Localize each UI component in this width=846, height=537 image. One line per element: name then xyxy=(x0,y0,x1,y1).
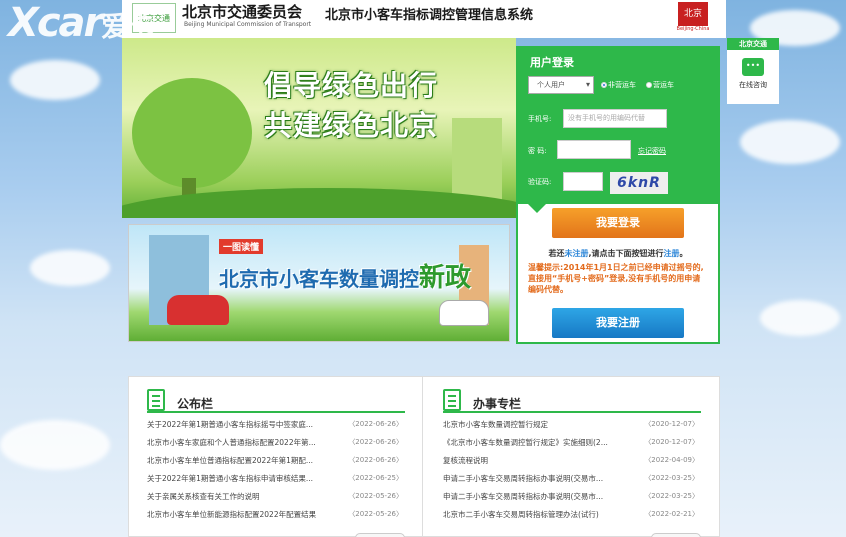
radio-icon xyxy=(646,82,652,88)
banner-tag: 一图读懂 xyxy=(219,239,264,254)
list-item-date: 〈2020-12-07〉 xyxy=(644,438,699,446)
notice-board-icon xyxy=(147,389,165,411)
list-item[interactable]: 北京市小客车数量调控暂行规定 〈2020-12-07〉 xyxy=(443,419,705,437)
password-label: 密 码: xyxy=(528,147,547,155)
list-item-date: 〈2022-06-25〉 xyxy=(348,474,403,482)
white-car-illustration xyxy=(439,300,489,326)
list-item-date: 〈2022-04-09〉 xyxy=(644,456,699,464)
beijing-logo: 北京 Beijing·China xyxy=(675,0,711,36)
password-input[interactable] xyxy=(557,140,631,159)
list-item[interactable]: 关于亲属关系核查有关工作的说明 〈2022-05-26〉 xyxy=(147,491,409,509)
list-item[interactable]: 关于2022年第1期普通小客车指标申请审核结果... 〈2022-06-25〉 xyxy=(147,473,409,491)
service-label: 在线咨询 xyxy=(739,81,767,89)
list-item[interactable]: 申请二手小客车交易周转指标办事说明(交易市... 〈2022-03-25〉 xyxy=(443,491,705,509)
radio-icon xyxy=(601,82,607,88)
phone-input[interactable]: 没有手机号的用编码代替 xyxy=(563,109,667,128)
list-item-title[interactable]: 申请二手小客车交易周转指标办事说明(交易市... xyxy=(443,473,639,484)
bulletin-board: 公布栏 关于2022年第1期普通小客车指标摇号中签家庭... 〈2022-06-2… xyxy=(128,376,720,537)
list-item-title[interactable]: 申请二手小客车交易周转指标办事说明(交易市... xyxy=(443,491,639,502)
banner-slogan: 倡导绿色出行 共建绿色北京 xyxy=(264,69,439,142)
affairs-more-button[interactable] xyxy=(651,533,701,537)
org-name: 北京市交通委员会 xyxy=(182,3,303,21)
list-item-title[interactable]: 北京市小客车家庭和个人普通指标配置2022年第... xyxy=(147,437,343,448)
list-item-title[interactable]: 关于2022年第1期普通小客车指标申请审核结果... xyxy=(147,473,343,484)
list-item[interactable]: 北京市小客车单位普通指标配置2022年第1期配... 〈2022-06-26〉 xyxy=(147,455,409,473)
affairs-column: 办事专栏 北京市小客车数量调控暂行规定 〈2020-12-07〉 《北京市小客车数量… xyxy=(425,377,719,537)
list-item[interactable]: 北京市二手小客车交易周转指标管理办法(试行) 〈2022-02-21〉 xyxy=(443,509,705,527)
panel-notch xyxy=(528,204,546,213)
list-item-date: 〈2022-03-25〉 xyxy=(644,492,699,500)
notice-list: 关于2022年第1期普通小客车指标摇号中签家庭... 〈2022-06-26〉 北京… xyxy=(147,419,409,527)
radio-non-commercial[interactable]: 非营运车 xyxy=(601,80,636,90)
notice-title: 公布栏 xyxy=(177,397,214,411)
list-item-title[interactable]: 北京市二手小客车交易周转指标管理办法(试行) xyxy=(443,509,639,520)
site-header: 北京交通 北京市交通委员会 Beijing Municipal Commissi… xyxy=(122,0,726,38)
affairs-header: 办事专栏 xyxy=(443,389,701,413)
notice-column: 公布栏 关于2022年第1期普通小客车指标摇号中签家庭... 〈2022-06-2… xyxy=(129,377,423,537)
policy-banner[interactable]: 一图读懂 北京市小客车数量调控新政 xyxy=(128,224,510,342)
red-car-illustration xyxy=(167,295,229,325)
list-item-date: 〈2022-06-26〉 xyxy=(348,420,403,428)
list-item-title[interactable]: 关于亲属关系核查有关工作的说明 xyxy=(147,491,343,502)
list-item-date: 〈2022-03-25〉 xyxy=(644,474,699,482)
tree-illustration xyxy=(132,78,252,188)
list-item-date: 〈2022-06-26〉 xyxy=(348,438,403,446)
list-item-date: 〈2022-05-26〉 xyxy=(348,492,403,500)
list-item-title[interactable]: 北京市小客车单位普通指标配置2022年第1期配... xyxy=(147,455,343,466)
captcha-image[interactable]: 6knR xyxy=(610,172,668,194)
list-item[interactable]: 申请二手小客车交易周转指标办事说明(交易市... 〈2022-03-25〉 xyxy=(443,473,705,491)
list-item[interactable]: 北京市小客车单位新能源指标配置2022年配置结果 〈2022-05-26〉 xyxy=(147,509,409,527)
list-item-title[interactable]: 复核流程说明 xyxy=(443,455,639,466)
affairs-title: 办事专栏 xyxy=(473,397,522,411)
list-item-title[interactable]: 关于2022年第1期普通小客车指标摇号中签家庭... xyxy=(147,419,343,430)
system-title: 北京市小客车指标调控管理信息系统 xyxy=(325,8,534,23)
phone-label: 手机号: xyxy=(528,115,552,123)
green-travel-banner[interactable]: 倡导绿色出行 共建绿色北京 xyxy=(122,38,516,218)
list-item-date: 〈2020-12-07〉 xyxy=(644,420,699,428)
service-title: 北京交通 xyxy=(727,38,779,50)
login-button[interactable]: 我要登录 xyxy=(552,208,684,238)
register-button[interactable]: 我要注册 xyxy=(552,308,684,338)
list-item-date: 〈2022-06-26〉 xyxy=(348,456,403,464)
notice-more-button[interactable] xyxy=(355,533,405,537)
captcha-label: 验证码: xyxy=(528,178,552,186)
login-title: 用户登录 xyxy=(530,56,574,69)
login-panel: 用户登录 个人用户 ▾ 非营运车 营运车 手机号: 没有手机号的用编码代替 密 … xyxy=(516,46,720,344)
captcha-input[interactable] xyxy=(563,172,603,191)
warm-tip: 温馨提示:2014年1月1日之前已经申请过摇号的,直接用“手机号+密码”登录,没… xyxy=(528,263,704,294)
list-item-title[interactable]: 北京市小客车单位新能源指标配置2022年配置结果 xyxy=(147,509,343,520)
register-hint: 若还未注册,请点击下面按钮进行注册。 xyxy=(548,249,688,258)
chevron-down-icon: ▾ xyxy=(585,80,590,89)
banner-headline: 北京市小客车数量调控新政 xyxy=(219,263,472,293)
list-item-title[interactable]: 北京市小客车数量调控暂行规定 xyxy=(443,419,639,430)
document-icon xyxy=(443,389,461,411)
cloud-decoration xyxy=(760,300,840,336)
list-item-date: 〈2022-02-21〉 xyxy=(644,510,699,518)
list-item[interactable]: 关于2022年第1期普通小客车指标摇号中签家庭... 〈2022-06-26〉 xyxy=(147,419,409,437)
login-form: 用户登录 个人用户 ▾ 非营运车 营运车 手机号: 没有手机号的用编码代替 密 … xyxy=(518,48,718,204)
forgot-password-link[interactable]: 忘记密码 xyxy=(638,146,666,156)
list-item[interactable]: 北京市小客车家庭和个人普通指标配置2022年第... 〈2022-06-26〉 xyxy=(147,437,409,455)
list-item-date: 〈2022-05-26〉 xyxy=(348,510,403,518)
cloud-decoration xyxy=(740,120,840,164)
affairs-list: 北京市小客车数量调控暂行规定 〈2020-12-07〉 《北京市小客车数量调控暂行规… xyxy=(443,419,705,527)
org-name-en: Beijing Municipal Commission of Transpor… xyxy=(184,21,312,28)
user-type-select[interactable]: 个人用户 ▾ xyxy=(528,76,594,94)
list-item[interactable]: 《北京市小客车数量调控暂行规定》实施细则(2... 〈2020-12-07〉 xyxy=(443,437,705,455)
list-item-title[interactable]: 《北京市小客车数量调控暂行规定》实施细则(2... xyxy=(443,437,639,448)
online-consult-widget[interactable]: 北京交通 ••• 在线咨询 xyxy=(727,38,779,104)
register-link[interactable]: 未注册 xyxy=(564,249,588,258)
cloud-decoration xyxy=(0,420,110,470)
chat-icon: ••• xyxy=(742,58,764,76)
notice-header: 公布栏 xyxy=(147,389,405,413)
beijing-logo-caption: Beijing·China xyxy=(676,26,710,32)
beijing-logo-mark: 北京 xyxy=(678,2,708,26)
radio-commercial[interactable]: 营运车 xyxy=(646,80,674,90)
list-item[interactable]: 复核流程说明 〈2022-04-09〉 xyxy=(443,455,705,473)
cloud-decoration xyxy=(10,60,100,100)
register-link[interactable]: 注册 xyxy=(664,249,680,258)
cloud-decoration xyxy=(30,250,110,286)
